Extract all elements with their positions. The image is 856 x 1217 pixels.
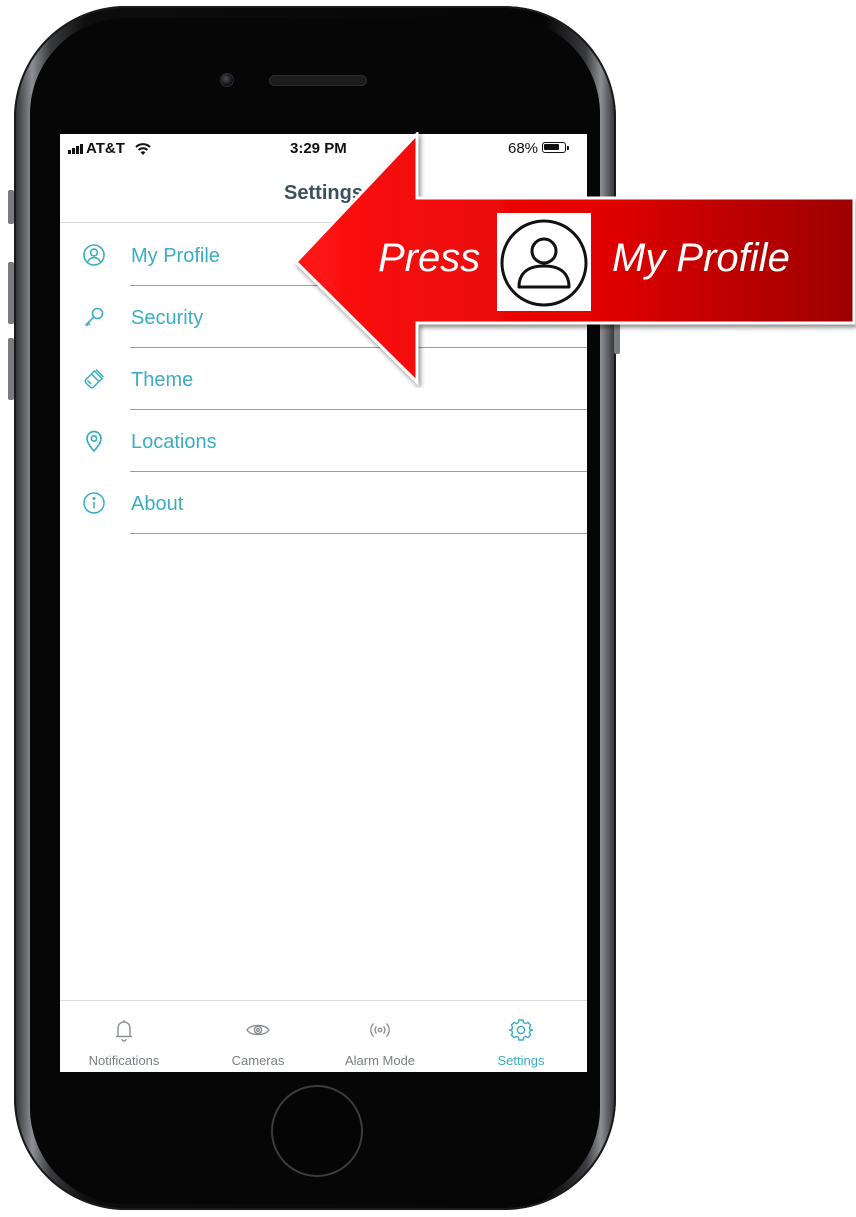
signal-bars-icon <box>68 143 83 154</box>
menu-item-about[interactable]: About <box>60 472 587 534</box>
broadcast-icon <box>370 1023 390 1037</box>
tab-notifications[interactable]: Notifications <box>74 1001 174 1072</box>
paintbrush-icon <box>84 368 105 389</box>
info-circle-icon <box>83 492 105 514</box>
mute-switch <box>8 190 14 224</box>
bell-icon <box>116 1020 132 1042</box>
eye-icon <box>246 1024 270 1036</box>
user-icon <box>500 219 588 307</box>
home-button[interactable] <box>271 1085 363 1177</box>
tab-label: Settings <box>497 1053 545 1068</box>
menu-label: About <box>131 493 184 515</box>
location-pin-icon <box>86 430 102 453</box>
tab-label: Notifications <box>88 1053 160 1068</box>
tab-settings[interactable]: Settings <box>471 1001 571 1072</box>
tab-cameras[interactable]: Cameras <box>208 1001 308 1072</box>
callout-icon-box <box>497 213 591 311</box>
callout-target-text: My Profile <box>612 236 790 280</box>
wifi-icon <box>135 142 151 155</box>
menu-label: Locations <box>131 431 217 453</box>
tab-alarm-mode[interactable]: Alarm Mode <box>330 1001 430 1072</box>
front-camera <box>221 74 233 86</box>
menu-label: My Profile <box>131 245 220 267</box>
menu-label: Theme <box>131 369 194 391</box>
carrier-name: AT&T <box>86 140 125 157</box>
callout-press-text: Press <box>378 236 481 280</box>
menu-item-locations[interactable]: Locations <box>60 410 587 472</box>
menu-label: Security <box>131 307 204 329</box>
tab-label: Cameras <box>231 1053 285 1068</box>
key-icon <box>84 307 104 327</box>
tab-label: Alarm Mode <box>344 1053 416 1068</box>
user-circle-icon <box>83 244 105 266</box>
carrier-indicator: AT&T <box>68 140 152 157</box>
volume-up-button <box>8 262 14 324</box>
volume-down-button <box>8 338 14 400</box>
earpiece-speaker <box>270 76 366 85</box>
gear-icon <box>509 1019 533 1041</box>
divider <box>130 533 587 534</box>
tab-bar: Notifications Cameras Alarm Mode Setting… <box>60 1000 587 1072</box>
